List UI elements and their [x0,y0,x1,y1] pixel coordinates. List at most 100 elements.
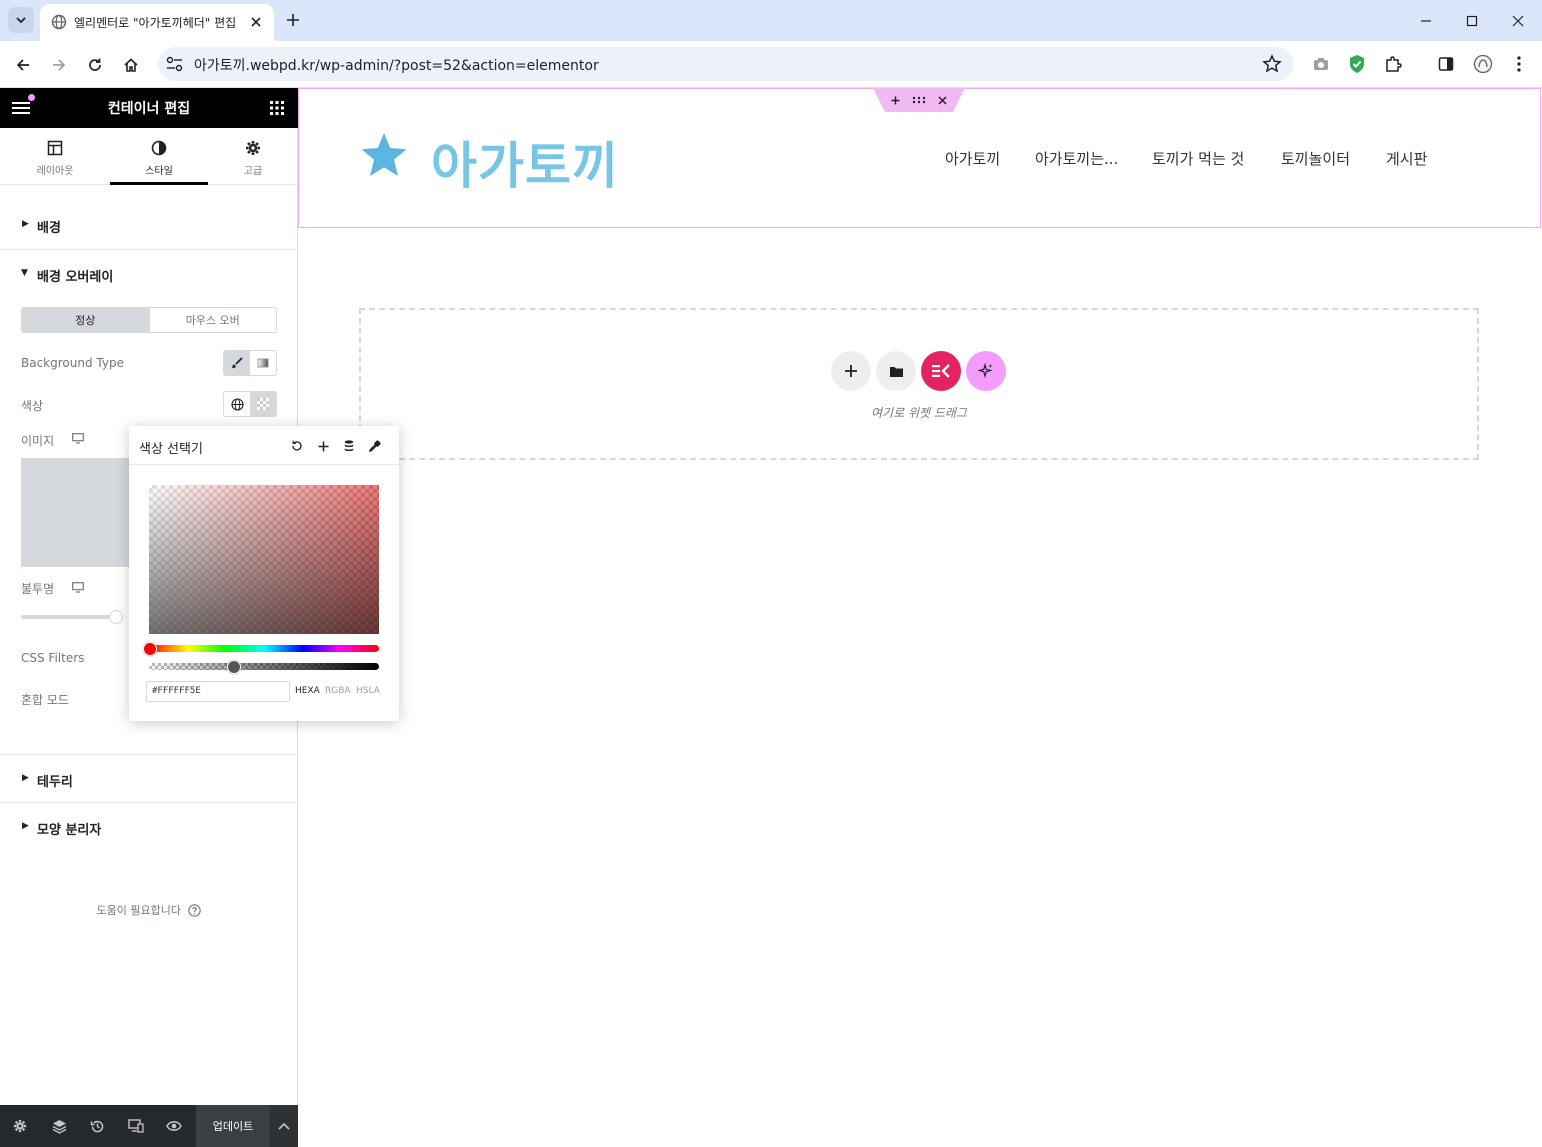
global-colors-button[interactable] [224,392,250,416]
globe-icon [230,397,244,411]
preview-eye-icon[interactable] [165,1118,183,1134]
eyedropper-icon[interactable] [367,438,383,454]
widget-drop-zone[interactable]: 여기로 위젯 드래그 [359,308,1479,460]
settings-gear-icon[interactable] [11,1118,29,1134]
css-filters-label[interactable]: CSS Filters [21,651,84,665]
forward-arrow-icon[interactable] [46,52,72,78]
opacity-slider-handle[interactable] [109,610,123,624]
section-divider [0,249,298,250]
browser-tab-active[interactable]: 엘리멘터로 "아가토끼헤더" 편집 [40,4,274,41]
drop-zone-text: 여기로 위젯 드래그 [871,406,967,420]
tab-search-chevron-down-icon[interactable] [8,7,34,33]
nav-menu-item[interactable]: 아가토끼는... [1035,148,1118,169]
tab-title: 엘리멘터로 "아가토끼헤더" 편집 [74,16,237,30]
profile-avatar-icon[interactable] [1472,53,1494,75]
color-swatch-transparent-button[interactable] [250,392,276,416]
add-element-plus-icon[interactable] [891,96,900,105]
state-tab-hover[interactable]: 마우스 오버 [148,308,276,332]
add-global-color-plus-icon[interactable] [315,438,331,454]
elementor-kit-button[interactable] [921,351,961,391]
brush-icon [232,357,243,369]
tab-style-label: 스타일 [145,166,173,177]
navigator-layers-icon[interactable] [50,1118,68,1134]
add-template-button[interactable] [876,351,916,391]
maximize-window-icon[interactable] [1459,8,1485,34]
section-background-toggle[interactable]: ▶ 배경 [0,208,298,242]
section-shape-divider-toggle[interactable]: ▶ 모양 분리자 [0,810,298,844]
active-tab-indicator [110,182,208,185]
reload-icon[interactable] [82,52,108,78]
hue-slider[interactable] [149,645,379,652]
side-panel-icon[interactable] [1435,53,1457,75]
hex-color-input[interactable]: #FFFFFF5E [146,681,290,702]
responsive-mode-icon[interactable] [127,1118,145,1134]
contrast-icon [151,140,167,156]
nav-menu-item[interactable]: 게시판 [1386,148,1427,169]
caret-down-icon: ▼ [21,268,28,278]
section-divider [0,802,298,803]
url-text[interactable]: 아가토끼.webpd.kr/wp-admin/?post=52&action=e… [194,55,599,75]
address-bar[interactable]: 아가토끼.webpd.kr/wp-admin/?post=52&action=e… [158,47,1294,81]
extensions-puzzle-icon[interactable] [1382,53,1404,75]
container-handle-toolbar [873,88,965,112]
widgets-grid-icon[interactable] [270,101,284,115]
alpha-slider[interactable] [149,663,379,670]
image-preview-placeholder[interactable] [21,458,129,567]
browser-tab-strip: 엘리멘터로 "아가토끼헤더" 편집 [0,0,1542,41]
section-shape-divider-title: 모양 분리자 [37,823,102,838]
transparent-checker-icon [257,398,269,410]
site-settings-tune-icon[interactable] [166,56,184,72]
tab-style[interactable]: 스타일 [110,128,208,185]
background-type-label: Background Type [21,356,124,370]
back-arrow-icon[interactable] [10,52,36,78]
alpha-slider-handle[interactable] [227,660,242,674]
global-colors-database-icon[interactable] [341,438,357,454]
help-link[interactable]: 도움이 필요합니다 [0,902,298,918]
panel-tabs: 레이아웃 스타일 고급 [0,128,298,185]
minimize-window-icon[interactable] [1413,8,1439,34]
add-section-button[interactable] [831,351,871,391]
bookmark-star-icon[interactable] [1262,54,1282,74]
tab-layout[interactable]: 레이아웃 [6,128,104,185]
panel-title: 컨테이너 편집 [107,101,191,117]
opacity-slider-track[interactable] [21,615,121,619]
globe-favicon-icon [51,14,67,30]
background-type-choices [223,350,277,376]
panel-footer: 업데이트 [0,1105,298,1147]
section-background-overlay-toggle[interactable]: ▼ 배경 오버레이 [0,258,298,292]
ai-generate-button[interactable] [966,351,1006,391]
gradient-icon [257,358,269,368]
format-hsla-button[interactable]: HSLA [356,686,380,696]
close-window-icon[interactable] [1505,8,1531,34]
nav-menu-item[interactable]: 아가토끼 [945,148,1000,169]
nav-menu-item[interactable]: 토끼놀이터 [1281,148,1350,169]
camera-extension-icon[interactable] [1310,53,1332,75]
section-border-toggle[interactable]: ▶ 테두리 [0,762,298,796]
desktop-responsive-icon[interactable] [72,433,84,444]
update-options-chevron-up-icon[interactable] [270,1105,298,1147]
nav-menu-item[interactable]: 토끼가 먹는 것 [1152,148,1244,169]
hue-slider-handle[interactable] [143,642,157,656]
tab-advanced[interactable]: 고급 [204,128,302,185]
caret-right-icon: ▶ [22,773,29,783]
desktop-responsive-icon[interactable] [72,582,84,593]
state-tab-normal[interactable]: 정상 [22,308,149,332]
tab-close-icon[interactable] [246,12,266,32]
history-icon[interactable] [88,1118,106,1134]
reset-color-icon[interactable] [289,438,305,454]
shield-extension-icon[interactable] [1346,53,1368,75]
browser-menu-kebab-icon[interactable] [1508,53,1530,75]
section-border-title: 테두리 [37,775,73,790]
delete-close-icon[interactable] [938,95,947,105]
site-logo-text[interactable]: 아가토끼 [431,126,619,198]
home-icon[interactable] [118,52,144,78]
drag-handle-icon[interactable] [912,96,926,104]
background-type-classic-button[interactable] [224,351,250,375]
update-button[interactable]: 업데이트 [196,1105,270,1147]
format-hexa-button[interactable]: HEXA [295,686,320,696]
folder-icon [889,366,903,377]
format-rgba-button[interactable]: RGBA [325,686,351,696]
new-tab-plus-icon[interactable] [282,9,304,31]
saturation-value-area[interactable] [149,485,379,634]
background-type-gradient-button[interactable] [250,351,276,375]
